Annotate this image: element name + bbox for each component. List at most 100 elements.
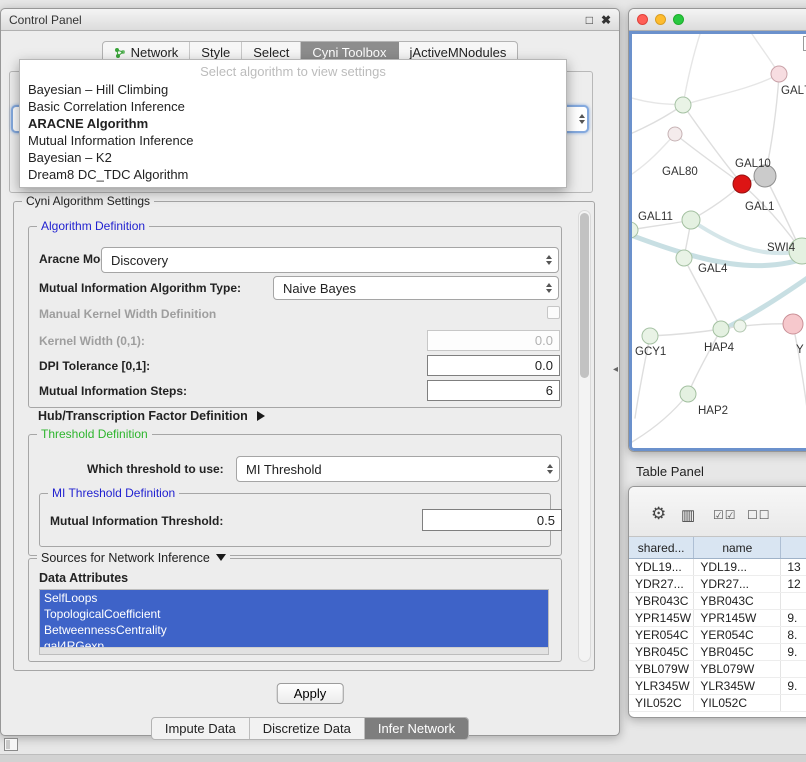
table-cell[interactable]: YER054C bbox=[629, 627, 694, 643]
table-cell[interactable] bbox=[781, 661, 806, 677]
which-threshold-select[interactable]: MI Threshold bbox=[236, 456, 560, 482]
column-header[interactable]: name bbox=[694, 537, 781, 558]
tab-infer-network[interactable]: Infer Network bbox=[365, 718, 468, 739]
column-header[interactable]: shared... bbox=[629, 537, 694, 558]
table-cell[interactable]: YBR045C bbox=[694, 644, 781, 660]
hub-definition-toggle[interactable]: Hub/Transcription Factor Definition bbox=[38, 409, 265, 423]
network-node[interactable] bbox=[675, 97, 691, 113]
data-attributes-list[interactable]: SelfLoopsTopologicalCoefficientBetweenne… bbox=[39, 589, 549, 655]
mi-type-select[interactable]: Naive Bayes bbox=[273, 276, 559, 300]
mi-threshold-field[interactable]: 0.5 bbox=[422, 509, 562, 531]
minimize-traffic-icon[interactable] bbox=[655, 14, 666, 25]
network-node[interactable] bbox=[642, 328, 658, 344]
table-cell[interactable]: YPR145W bbox=[694, 610, 781, 626]
table-cell[interactable]: 9. bbox=[781, 644, 806, 660]
network-edge bbox=[742, 184, 800, 249]
table-cell[interactable] bbox=[781, 593, 806, 609]
table-cell[interactable]: YBL079W bbox=[629, 661, 694, 677]
network-node[interactable] bbox=[771, 66, 787, 82]
apply-button[interactable]: Apply bbox=[277, 683, 344, 704]
column-header[interactable] bbox=[781, 537, 806, 558]
table-cell[interactable]: YIL052C bbox=[629, 695, 694, 711]
algorithm-option[interactable]: Bayesian – Hill Climbing bbox=[20, 81, 566, 98]
network-node[interactable] bbox=[682, 211, 700, 229]
table-row[interactable]: YPR145WYPR145W9. bbox=[629, 610, 806, 627]
mi-type-value: Naive Bayes bbox=[283, 281, 356, 296]
algorithm-option[interactable]: Dream8 DC_TDC Algorithm bbox=[20, 166, 566, 183]
close-icon[interactable]: ✖ bbox=[601, 13, 611, 27]
table-cell[interactable]: YBR043C bbox=[629, 593, 694, 609]
table-cell[interactable]: YLR345W bbox=[694, 678, 781, 694]
table-cell[interactable]: YDR27... bbox=[694, 576, 781, 592]
data-attribute-item[interactable]: TopologicalCoefficient bbox=[40, 606, 548, 622]
table-cell[interactable]: 8. bbox=[781, 627, 806, 643]
data-attribute-item[interactable]: SelfLoops bbox=[40, 590, 548, 606]
table-row[interactable]: YDL19...YDL19...13 bbox=[629, 559, 806, 576]
close-traffic-icon[interactable] bbox=[637, 14, 648, 25]
clear-all-checkboxes-icon[interactable]: ☐☐ bbox=[747, 508, 771, 523]
algorithm-option[interactable]: Basic Correlation Inference bbox=[20, 98, 566, 115]
splitter-collapse-arrow[interactable]: ◂ bbox=[613, 364, 618, 375]
gear-icon[interactable]: ⚙ bbox=[651, 506, 666, 521]
table-cell[interactable]: YBR045C bbox=[629, 644, 694, 660]
kernel-width-label: Kernel Width (0,1): bbox=[39, 334, 145, 348]
control-panel-titlebar[interactable]: Control Panel □ ✖ bbox=[1, 9, 619, 31]
table-row[interactable]: YIL052CYIL052C bbox=[629, 695, 806, 712]
table-row[interactable]: YBR045CYBR045C9. bbox=[629, 644, 806, 661]
table-cell[interactable]: YDR27... bbox=[629, 576, 694, 592]
algorithm-option[interactable]: ARACNE Algorithm bbox=[20, 115, 566, 132]
table-row[interactable]: YDR27...YDR27...12 bbox=[629, 576, 806, 593]
select-all-checkboxes-icon[interactable]: ☑☑ bbox=[713, 508, 737, 523]
columns-icon[interactable]: ▥ bbox=[681, 508, 695, 523]
network-node[interactable] bbox=[733, 175, 751, 193]
table-cell[interactable]: 9. bbox=[781, 610, 806, 626]
scrollbar-thumb[interactable] bbox=[580, 213, 589, 378]
settings-scrollbar[interactable] bbox=[578, 210, 591, 662]
table-cell[interactable]: YBL079W bbox=[694, 661, 781, 677]
table-cell[interactable]: YIL052C bbox=[694, 695, 781, 711]
mi-threshold-title: MI Threshold Definition bbox=[48, 486, 179, 500]
tab-impute-data[interactable]: Impute Data bbox=[152, 718, 250, 739]
table-row[interactable]: YBR043CYBR043C bbox=[629, 593, 806, 610]
network-node-label: GAL1 bbox=[745, 201, 774, 213]
table-cell[interactable]: YDL19... bbox=[629, 559, 694, 575]
network-node[interactable] bbox=[783, 314, 803, 334]
network-node[interactable] bbox=[680, 386, 696, 402]
dpi-tolerance-field[interactable]: 0.0 bbox=[427, 355, 560, 376]
sources-title[interactable]: Sources for Network Inference bbox=[37, 551, 230, 565]
algorithm-option[interactable]: Bayesian – K2 bbox=[20, 149, 566, 166]
collapse-down-icon[interactable] bbox=[216, 554, 226, 561]
table-cell[interactable]: YER054C bbox=[694, 627, 781, 643]
table-cell[interactable] bbox=[781, 695, 806, 711]
zoom-traffic-icon[interactable] bbox=[673, 14, 684, 25]
table-cell[interactable]: 12 bbox=[781, 576, 806, 592]
network-node[interactable] bbox=[734, 320, 746, 332]
kernel-width-field[interactable]: 0.0 bbox=[427, 330, 560, 351]
table-cell[interactable]: YLR345W bbox=[629, 678, 694, 694]
network-node[interactable] bbox=[668, 127, 682, 141]
network-node[interactable] bbox=[713, 321, 729, 337]
settings-group-title: Cyni Algorithm Settings bbox=[22, 194, 154, 208]
table-row[interactable]: YER054CYER054C8. bbox=[629, 627, 806, 644]
table-row[interactable]: YLR345WYLR345W9. bbox=[629, 678, 806, 695]
network-edge bbox=[688, 329, 721, 394]
tab-discretize-data[interactable]: Discretize Data bbox=[250, 718, 365, 739]
table-row[interactable]: YBL079WYBL079W bbox=[629, 661, 806, 678]
table-cell[interactable]: 9. bbox=[781, 678, 806, 694]
panel-toggle-icon[interactable] bbox=[4, 738, 18, 751]
expand-right-icon[interactable] bbox=[257, 411, 265, 421]
mi-steps-field[interactable]: 6 bbox=[427, 380, 560, 401]
table-cell[interactable]: YDL19... bbox=[694, 559, 781, 575]
manual-kernel-checkbox[interactable] bbox=[547, 306, 560, 319]
table-cell[interactable]: YPR145W bbox=[629, 610, 694, 626]
data-attribute-item[interactable]: BetweennessCentrality bbox=[40, 622, 548, 638]
table-cell[interactable]: YBR043C bbox=[694, 593, 781, 609]
network-canvas[interactable]: GAL7GAL80GAL10GAL11GAL1SWI4GAL4GCY1HAP4Y… bbox=[629, 31, 806, 451]
horizontal-scrollbar[interactable] bbox=[40, 647, 548, 654]
algorithm-option[interactable]: Mutual Information Inference bbox=[20, 132, 566, 149]
float-window-icon[interactable]: □ bbox=[586, 13, 593, 27]
network-window-titlebar[interactable] bbox=[629, 9, 806, 31]
network-node[interactable] bbox=[676, 250, 692, 266]
table-cell[interactable]: 13 bbox=[781, 559, 806, 575]
aracne-mode-select[interactable]: Discovery bbox=[101, 247, 559, 273]
